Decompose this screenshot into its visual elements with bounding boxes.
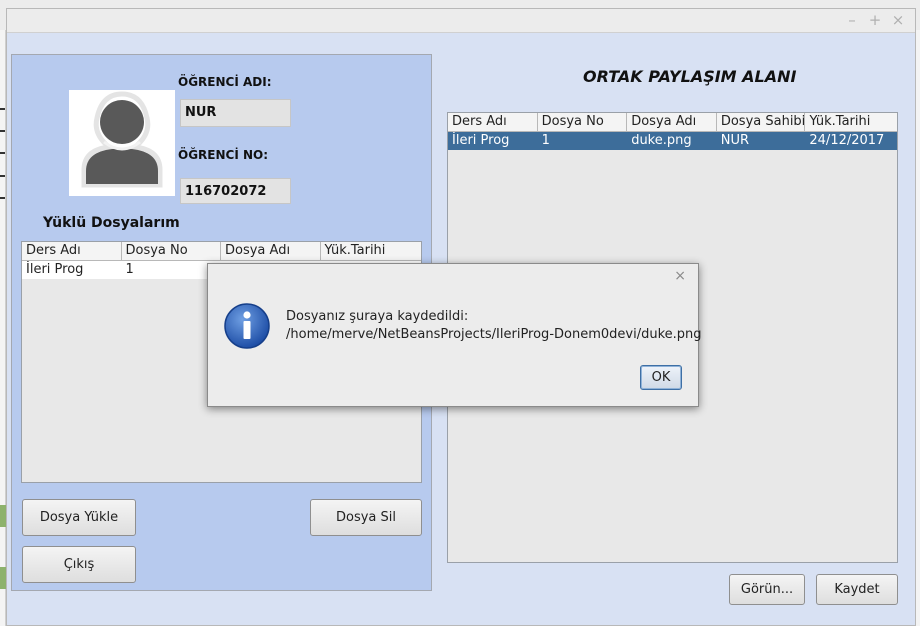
table-cell: İleri Prog	[26, 262, 84, 277]
background-mark	[0, 175, 5, 177]
upload-file-button[interactable]: Dosya Yükle	[22, 499, 136, 536]
table-cell: 1	[541, 133, 550, 148]
column-header[interactable]: Dosya Adı	[221, 242, 321, 260]
student-no-label: ÖĞRENCİ NO:	[178, 148, 269, 162]
avatar	[69, 90, 175, 196]
user-icon	[81, 91, 163, 188]
title-bar: – + ×	[7, 9, 915, 33]
column-header[interactable]: Ders Adı	[448, 113, 538, 131]
exit-button[interactable]: Çıkış	[22, 546, 136, 583]
table-header: Ders Adı Dosya No Dosya Adı Yük.Tarihi	[22, 242, 421, 261]
column-header[interactable]: Dosya No	[538, 113, 628, 131]
maximize-button[interactable]: +	[866, 11, 884, 29]
background-mark	[0, 197, 5, 199]
table-header: Ders Adı Dosya No Dosya Adı Dosya Sahibi…	[448, 113, 897, 132]
my-files-title: Yüklü Dosyalarım	[43, 215, 180, 231]
dialog-close-button[interactable]: ×	[674, 268, 686, 284]
table-cell: 24/12/2017	[809, 133, 885, 148]
dialog-message-line2: /home/merve/NetBeansProjects/IleriProg-D…	[286, 327, 702, 342]
background-window-edge-right	[916, 30, 920, 626]
column-header[interactable]: Yük.Tarihi	[321, 242, 421, 260]
table-cell: duke.png	[631, 133, 692, 148]
table-cell: İleri Prog	[452, 133, 510, 148]
message-dialog: × Dosyanız şuraya kaydedildi: /home/merv…	[207, 263, 702, 407]
background-mark	[0, 152, 5, 154]
view-button[interactable]: Görün...	[729, 574, 805, 605]
column-header[interactable]: Dosya Sahibi	[717, 113, 806, 131]
info-icon	[224, 303, 270, 349]
student-name-field: NUR	[180, 99, 291, 127]
student-name-label: ÖĞRENCİ ADI:	[178, 75, 272, 89]
table-row[interactable]: İleri Prog 1 duke.png NUR 24/12/2017	[448, 132, 897, 150]
minimize-button[interactable]: –	[843, 11, 861, 29]
save-button[interactable]: Kaydet	[816, 574, 898, 605]
background-mark	[0, 108, 5, 110]
column-header[interactable]: Yük.Tarihi	[805, 113, 897, 131]
table-cell: NUR	[720, 133, 750, 148]
column-header[interactable]: Ders Adı	[22, 242, 122, 260]
dialog-message-line1: Dosyanız şuraya kaydedildi:	[286, 309, 469, 324]
column-header[interactable]: Dosya No	[122, 242, 221, 260]
column-header[interactable]: Dosya Adı	[627, 113, 717, 131]
background-mark	[0, 130, 5, 132]
close-button[interactable]: ×	[889, 11, 907, 29]
shared-area-title: ORTAK PAYLAŞIM ALANI	[583, 67, 797, 86]
ok-button[interactable]: OK	[640, 365, 682, 390]
student-no-field: 116702072	[180, 178, 291, 204]
delete-file-button[interactable]: Dosya Sil	[310, 499, 422, 536]
